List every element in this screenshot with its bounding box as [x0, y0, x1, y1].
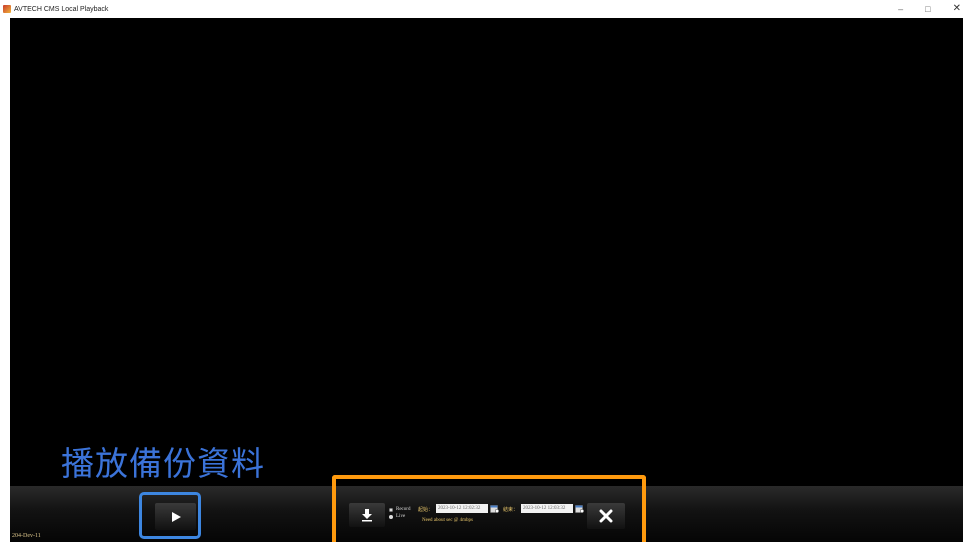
radio-record-label: Record: [396, 507, 411, 512]
app-icon: [3, 5, 11, 13]
close-window-button[interactable]: ✕: [953, 0, 961, 18]
play-icon: [171, 511, 181, 522]
start-time-field[interactable]: 2023-10-12 12:02:32: [436, 504, 488, 513]
download-icon: [362, 509, 372, 522]
annotation-caption: 播放備份資料: [61, 444, 265, 483]
close-x-icon: [599, 509, 613, 523]
radio-record-dot[interactable]: [389, 507, 393, 512]
title-bar: AVTECH CMS Local Playback – □ ✕: [0, 0, 973, 18]
window-controls: – □ ✕: [898, 0, 961, 18]
window-title: AVTECH CMS Local Playback: [14, 5, 109, 13]
end-time-field[interactable]: 2023-10-12 12:03:32: [521, 504, 573, 513]
radio-live-label: Live: [396, 514, 406, 519]
radio-live[interactable]: Live: [389, 513, 410, 520]
maximize-button[interactable]: □: [925, 0, 930, 18]
start-calendar-icon[interactable]: [490, 504, 499, 513]
video-viewport: [10, 18, 963, 486]
export-size-estimate: Need about sec @ 4mbps: [422, 518, 473, 523]
start-time-label: 起始：: [418, 508, 434, 513]
close-export-button[interactable]: [587, 503, 625, 529]
radio-live-dot[interactable]: [389, 514, 393, 519]
end-time-label: 結束：: [503, 508, 519, 513]
source-radio-group: Record Live: [389, 506, 410, 520]
minimize-button[interactable]: –: [898, 0, 903, 18]
right-border: [963, 18, 973, 542]
play-button[interactable]: [155, 503, 196, 530]
end-calendar-icon[interactable]: [575, 504, 584, 513]
download-button[interactable]: [349, 503, 385, 527]
radio-record[interactable]: Record: [389, 506, 410, 513]
date-stamp: 204-Dev-11: [12, 533, 41, 539]
left-border: [0, 18, 10, 542]
